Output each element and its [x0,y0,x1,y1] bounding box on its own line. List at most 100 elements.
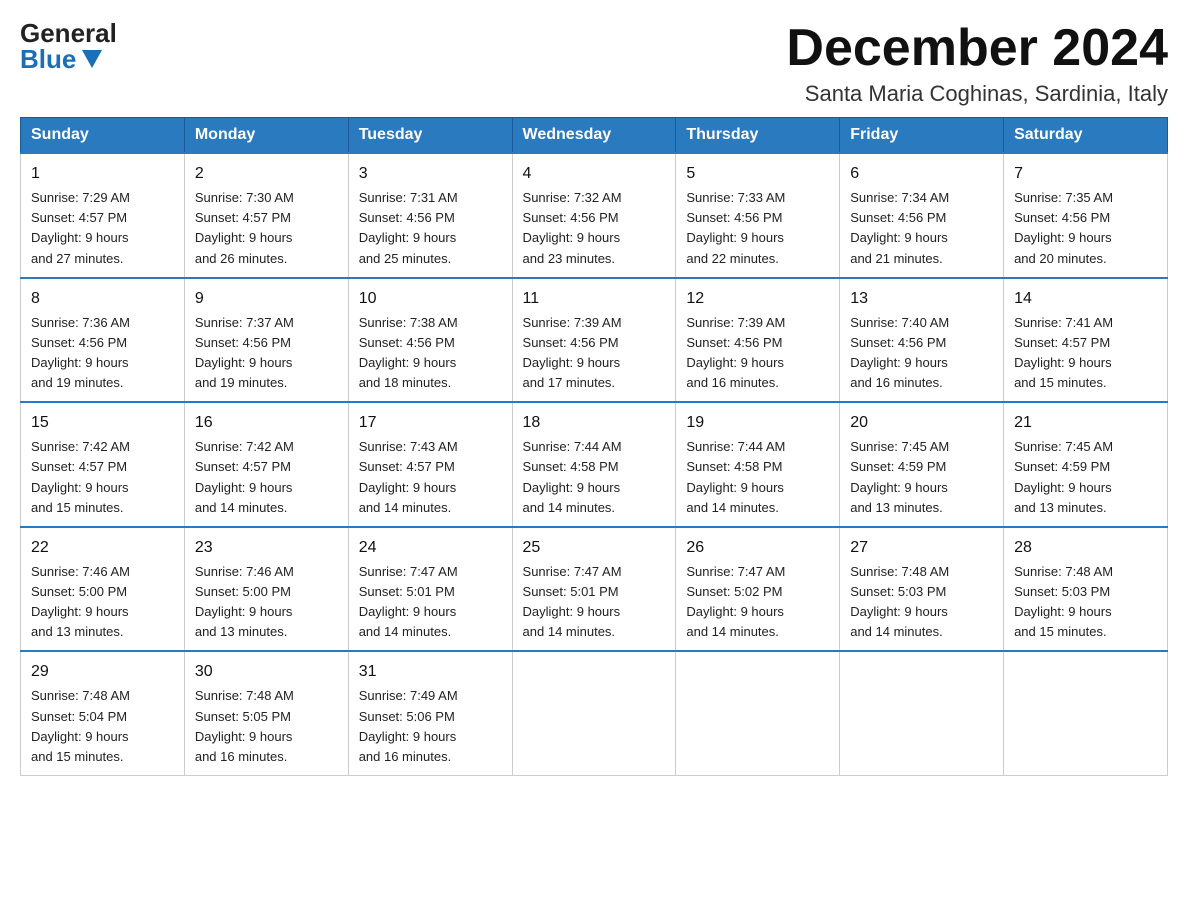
table-row: 8 Sunrise: 7:36 AM Sunset: 4:56 PM Dayli… [21,278,185,403]
table-row: 1 Sunrise: 7:29 AM Sunset: 4:57 PM Dayli… [21,153,185,278]
day-info: Sunrise: 7:37 AM Sunset: 4:56 PM Dayligh… [195,313,338,394]
day-info: Sunrise: 7:42 AM Sunset: 4:57 PM Dayligh… [195,437,338,518]
table-row: 12 Sunrise: 7:39 AM Sunset: 4:56 PM Dayl… [676,278,840,403]
calendar-week-row: 1 Sunrise: 7:29 AM Sunset: 4:57 PM Dayli… [21,153,1168,278]
col-sunday: Sunday [21,118,185,154]
table-row: 11 Sunrise: 7:39 AM Sunset: 4:56 PM Dayl… [512,278,676,403]
day-info: Sunrise: 7:44 AM Sunset: 4:58 PM Dayligh… [686,437,829,518]
location-subtitle: Santa Maria Coghinas, Sardinia, Italy [786,81,1168,107]
day-number: 29 [31,660,174,684]
day-number: 9 [195,287,338,311]
day-number: 25 [523,536,666,560]
day-number: 5 [686,162,829,186]
table-row: 20 Sunrise: 7:45 AM Sunset: 4:59 PM Dayl… [840,402,1004,527]
table-row [1004,651,1168,775]
day-number: 20 [850,411,993,435]
day-number: 3 [359,162,502,186]
day-number: 21 [1014,411,1157,435]
day-number: 8 [31,287,174,311]
table-row: 5 Sunrise: 7:33 AM Sunset: 4:56 PM Dayli… [676,153,840,278]
day-info: Sunrise: 7:47 AM Sunset: 5:01 PM Dayligh… [359,562,502,643]
day-number: 27 [850,536,993,560]
col-friday: Friday [840,118,1004,154]
logo-triangle-icon [82,50,102,68]
day-number: 31 [359,660,502,684]
day-info: Sunrise: 7:45 AM Sunset: 4:59 PM Dayligh… [850,437,993,518]
day-number: 24 [359,536,502,560]
col-tuesday: Tuesday [348,118,512,154]
page-header: General Blue December 2024 Santa Maria C… [20,20,1168,107]
table-row: 18 Sunrise: 7:44 AM Sunset: 4:58 PM Dayl… [512,402,676,527]
table-row [840,651,1004,775]
day-number: 23 [195,536,338,560]
col-saturday: Saturday [1004,118,1168,154]
logo-general-text: General [20,20,117,46]
day-info: Sunrise: 7:40 AM Sunset: 4:56 PM Dayligh… [850,313,993,394]
day-info: Sunrise: 7:49 AM Sunset: 5:06 PM Dayligh… [359,686,502,767]
table-row: 6 Sunrise: 7:34 AM Sunset: 4:56 PM Dayli… [840,153,1004,278]
day-number: 22 [31,536,174,560]
table-row: 7 Sunrise: 7:35 AM Sunset: 4:56 PM Dayli… [1004,153,1168,278]
day-number: 19 [686,411,829,435]
day-number: 15 [31,411,174,435]
table-row: 15 Sunrise: 7:42 AM Sunset: 4:57 PM Dayl… [21,402,185,527]
table-row: 21 Sunrise: 7:45 AM Sunset: 4:59 PM Dayl… [1004,402,1168,527]
day-info: Sunrise: 7:44 AM Sunset: 4:58 PM Dayligh… [523,437,666,518]
day-info: Sunrise: 7:33 AM Sunset: 4:56 PM Dayligh… [686,188,829,269]
day-info: Sunrise: 7:32 AM Sunset: 4:56 PM Dayligh… [523,188,666,269]
col-monday: Monday [184,118,348,154]
day-info: Sunrise: 7:46 AM Sunset: 5:00 PM Dayligh… [195,562,338,643]
day-info: Sunrise: 7:41 AM Sunset: 4:57 PM Dayligh… [1014,313,1157,394]
day-info: Sunrise: 7:29 AM Sunset: 4:57 PM Dayligh… [31,188,174,269]
logo: General Blue [20,20,117,72]
day-number: 16 [195,411,338,435]
title-block: December 2024 Santa Maria Coghinas, Sard… [786,20,1168,107]
table-row: 10 Sunrise: 7:38 AM Sunset: 4:56 PM Dayl… [348,278,512,403]
table-row: 25 Sunrise: 7:47 AM Sunset: 5:01 PM Dayl… [512,527,676,652]
day-info: Sunrise: 7:39 AM Sunset: 4:56 PM Dayligh… [686,313,829,394]
day-info: Sunrise: 7:42 AM Sunset: 4:57 PM Dayligh… [31,437,174,518]
day-number: 7 [1014,162,1157,186]
calendar-week-row: 29 Sunrise: 7:48 AM Sunset: 5:04 PM Dayl… [21,651,1168,775]
day-number: 17 [359,411,502,435]
calendar-week-row: 8 Sunrise: 7:36 AM Sunset: 4:56 PM Dayli… [21,278,1168,403]
day-number: 28 [1014,536,1157,560]
table-row: 3 Sunrise: 7:31 AM Sunset: 4:56 PM Dayli… [348,153,512,278]
day-number: 4 [523,162,666,186]
day-number: 6 [850,162,993,186]
day-number: 1 [31,162,174,186]
table-row: 2 Sunrise: 7:30 AM Sunset: 4:57 PM Dayli… [184,153,348,278]
table-row: 23 Sunrise: 7:46 AM Sunset: 5:00 PM Dayl… [184,527,348,652]
table-row [512,651,676,775]
day-number: 12 [686,287,829,311]
table-row: 19 Sunrise: 7:44 AM Sunset: 4:58 PM Dayl… [676,402,840,527]
table-row: 31 Sunrise: 7:49 AM Sunset: 5:06 PM Dayl… [348,651,512,775]
table-row: 27 Sunrise: 7:48 AM Sunset: 5:03 PM Dayl… [840,527,1004,652]
day-info: Sunrise: 7:43 AM Sunset: 4:57 PM Dayligh… [359,437,502,518]
table-row: 30 Sunrise: 7:48 AM Sunset: 5:05 PM Dayl… [184,651,348,775]
table-row: 22 Sunrise: 7:46 AM Sunset: 5:00 PM Dayl… [21,527,185,652]
col-thursday: Thursday [676,118,840,154]
logo-blue-text: Blue [20,46,102,72]
day-info: Sunrise: 7:47 AM Sunset: 5:01 PM Dayligh… [523,562,666,643]
day-number: 11 [523,287,666,311]
table-row [676,651,840,775]
day-info: Sunrise: 7:48 AM Sunset: 5:03 PM Dayligh… [850,562,993,643]
calendar-header-row: Sunday Monday Tuesday Wednesday Thursday… [21,118,1168,154]
table-row: 29 Sunrise: 7:48 AM Sunset: 5:04 PM Dayl… [21,651,185,775]
day-number: 26 [686,536,829,560]
day-info: Sunrise: 7:38 AM Sunset: 4:56 PM Dayligh… [359,313,502,394]
calendar-table: Sunday Monday Tuesday Wednesday Thursday… [20,117,1168,776]
day-info: Sunrise: 7:47 AM Sunset: 5:02 PM Dayligh… [686,562,829,643]
day-number: 10 [359,287,502,311]
day-info: Sunrise: 7:48 AM Sunset: 5:05 PM Dayligh… [195,686,338,767]
day-number: 18 [523,411,666,435]
table-row: 14 Sunrise: 7:41 AM Sunset: 4:57 PM Dayl… [1004,278,1168,403]
table-row: 17 Sunrise: 7:43 AM Sunset: 4:57 PM Dayl… [348,402,512,527]
day-number: 2 [195,162,338,186]
day-number: 13 [850,287,993,311]
col-wednesday: Wednesday [512,118,676,154]
month-title: December 2024 [786,20,1168,77]
day-number: 30 [195,660,338,684]
table-row: 24 Sunrise: 7:47 AM Sunset: 5:01 PM Dayl… [348,527,512,652]
